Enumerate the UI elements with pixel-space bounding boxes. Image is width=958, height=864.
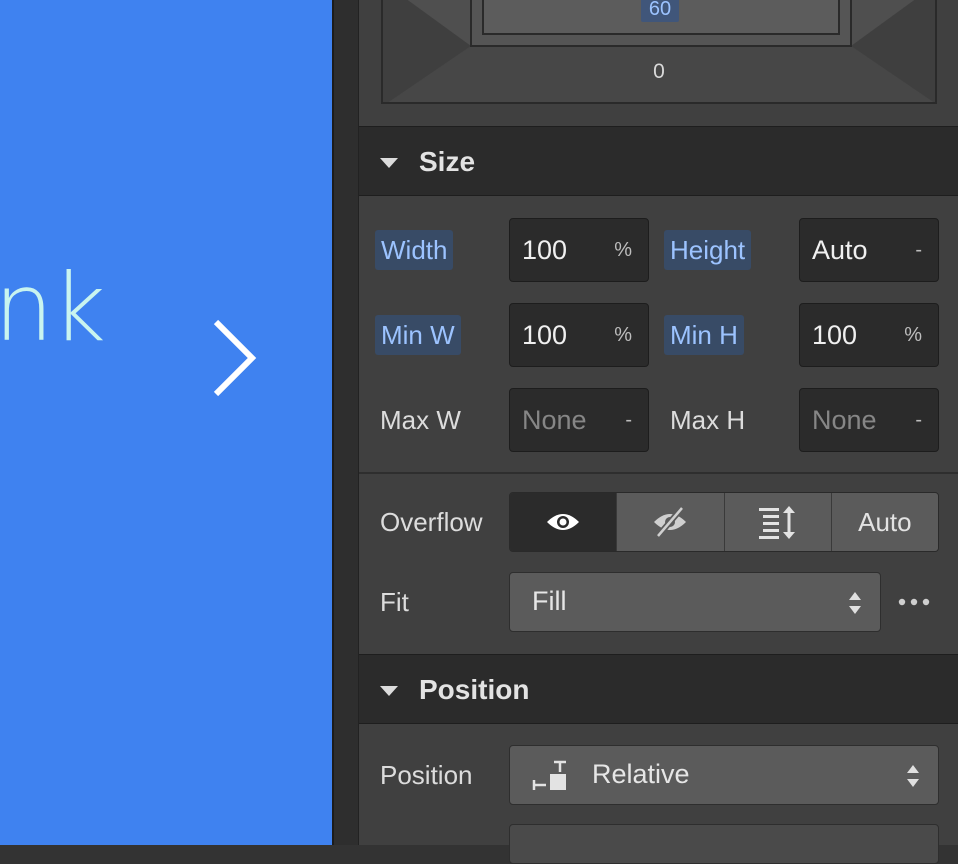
updown-arrow-icon	[907, 765, 919, 787]
eye-slash-icon	[654, 506, 687, 538]
divider	[359, 472, 958, 474]
panel-gutter	[332, 0, 358, 845]
link-text[interactable]: nk	[0, 262, 106, 356]
min-width-label[interactable]: Min W	[375, 315, 461, 355]
min-width-unit[interactable]: %	[614, 324, 632, 347]
min-height-field[interactable]: 100 %	[799, 303, 939, 367]
position-section-title: Position	[419, 674, 530, 705]
height-label[interactable]: Height	[664, 230, 752, 270]
overflow-visible-button[interactable]	[510, 493, 617, 551]
max-height-placeholder: None	[812, 405, 877, 435]
height-field[interactable]: Auto -	[799, 218, 939, 282]
position-offset-control[interactable]	[509, 824, 939, 864]
max-width-label: Max W	[380, 405, 461, 435]
height-value: Auto	[812, 235, 868, 265]
min-width-value: 100	[522, 320, 568, 350]
more-options-icon[interactable]	[897, 594, 931, 610]
position-select[interactable]: Relative	[509, 745, 939, 805]
fit-select[interactable]: Fill	[509, 572, 881, 632]
overflow-hidden-button[interactable]	[616, 493, 724, 551]
collapse-triangle-icon	[380, 686, 398, 696]
position-label: Position	[380, 760, 473, 790]
max-height-field[interactable]: None -	[799, 388, 939, 452]
min-width-field[interactable]: 100 %	[509, 303, 649, 367]
width-field[interactable]: 100 %	[509, 218, 649, 282]
width-value: 100	[522, 235, 568, 265]
size-section-title: Size	[419, 146, 476, 177]
canvas-preview: nk	[0, 0, 332, 845]
spacing-box: 60 0	[381, 0, 937, 104]
fit-label: Fit	[380, 587, 409, 617]
min-height-value: 100	[812, 320, 858, 350]
fit-value: Fill	[532, 586, 567, 616]
collapse-triangle-icon	[380, 158, 398, 168]
chevron-right-icon[interactable]	[208, 318, 260, 398]
max-height-label: Max H	[670, 405, 746, 435]
width-label[interactable]: Width	[375, 230, 454, 270]
relative-position-icon	[532, 760, 566, 790]
max-width-placeholder: None	[522, 405, 587, 435]
max-height-unit[interactable]: -	[915, 409, 922, 432]
style-panel: 60 0 Size Width 100 % Height Auto - Min …	[358, 0, 958, 864]
overflow-segmented-control: Auto	[509, 492, 939, 552]
position-section-header[interactable]: Position	[359, 654, 958, 724]
margin-bottom-value[interactable]: 0	[383, 60, 935, 84]
padding-top-value[interactable]: 60	[641, 0, 679, 22]
eye-icon	[547, 514, 580, 530]
scroll-icon	[758, 506, 795, 539]
overflow-label: Overflow	[380, 507, 483, 537]
size-section-header[interactable]: Size	[359, 126, 958, 196]
overflow-scroll-button[interactable]	[723, 493, 831, 551]
overflow-auto-button[interactable]: Auto	[830, 493, 938, 551]
updown-arrow-icon	[849, 592, 861, 614]
height-unit[interactable]: -	[915, 239, 922, 262]
width-unit[interactable]: %	[614, 239, 632, 262]
max-width-field[interactable]: None -	[509, 388, 649, 452]
min-height-unit[interactable]: %	[904, 324, 922, 347]
position-value: Relative	[592, 759, 690, 789]
max-width-unit[interactable]: -	[625, 409, 632, 432]
min-height-label[interactable]: Min H	[664, 315, 744, 355]
